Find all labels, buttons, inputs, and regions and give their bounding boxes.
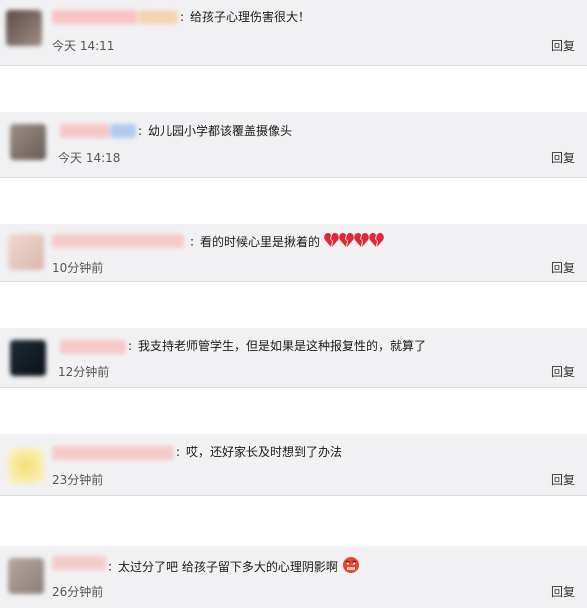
- reply-button[interactable]: 回复: [551, 260, 575, 276]
- comment-time: 10分钟前: [52, 261, 104, 275]
- reply-button[interactable]: 回复: [551, 150, 575, 166]
- comment-text: : 哎，还好家长及时想到了办法: [176, 445, 343, 459]
- username-redacted[interactable]: [60, 340, 126, 354]
- reply-button[interactable]: 回复: [551, 38, 575, 54]
- avatar[interactable]: [8, 558, 44, 594]
- reply-button[interactable]: 回复: [551, 364, 575, 380]
- comment-time: 23分钟前: [52, 473, 104, 487]
- angry-face-icon: [342, 556, 360, 578]
- comment-time: 12分钟前: [58, 365, 110, 379]
- avatar[interactable]: [6, 10, 42, 46]
- reply-button[interactable]: 回复: [551, 472, 575, 488]
- comment-text: : 我支持老师管学生，但是如果是这种报复性的，就算了: [128, 339, 427, 353]
- comment-item: : 我支持老师管学生，但是如果是这种报复性的，就算了 12分钟前 回复: [0, 328, 587, 388]
- comment-time: 今天 14:11: [52, 39, 115, 53]
- username-redacted[interactable]: [52, 234, 184, 248]
- comment-item: : 给孩子心理伤害很大！ 今天 14:11 回复: [0, 0, 587, 66]
- reply-button[interactable]: 回复: [551, 584, 575, 600]
- username-redacted[interactable]: [52, 556, 106, 570]
- username-redacted-badge: [110, 124, 136, 138]
- avatar[interactable]: [10, 124, 46, 160]
- comment-text: : 幼儿园小学都该覆盖摄像头: [138, 124, 293, 138]
- comment-text: : 给孩子心理伤害很大！: [180, 10, 311, 24]
- comment-text: : 太过分了吧 给孩子留下多大的心理阴影啊: [108, 556, 360, 578]
- comment-item: : 哎，还好家长及时想到了办法 23分钟前 回复: [0, 434, 587, 496]
- comment-text: : 看的时候心里是揪着的: [190, 232, 384, 252]
- username-redacted[interactable]: [52, 446, 174, 460]
- comment-item: : 太过分了吧 给孩子留下多大的心理阴影啊 26分钟前 回复: [0, 546, 587, 608]
- username-redacted[interactable]: [60, 124, 110, 138]
- avatar[interactable]: [8, 234, 44, 270]
- comment-item: : 幼儿园小学都该覆盖摄像头 今天 14:18 回复: [0, 112, 587, 178]
- comment-feed: : 给孩子心理伤害很大！ 今天 14:11 回复 : 幼儿园小学都该覆盖摄像头 今天…: [0, 0, 587, 608]
- broken-heart-icon: [324, 232, 384, 252]
- username-redacted-badge: [138, 10, 178, 24]
- avatar[interactable]: [8, 448, 44, 484]
- comment-time: 今天 14:18: [58, 151, 121, 165]
- comment-time: 26分钟前: [52, 585, 104, 599]
- comment-item: : 看的时候心里是揪着的 10分钟前 回复: [0, 224, 587, 282]
- avatar[interactable]: [10, 340, 46, 376]
- username-redacted[interactable]: [52, 10, 138, 24]
